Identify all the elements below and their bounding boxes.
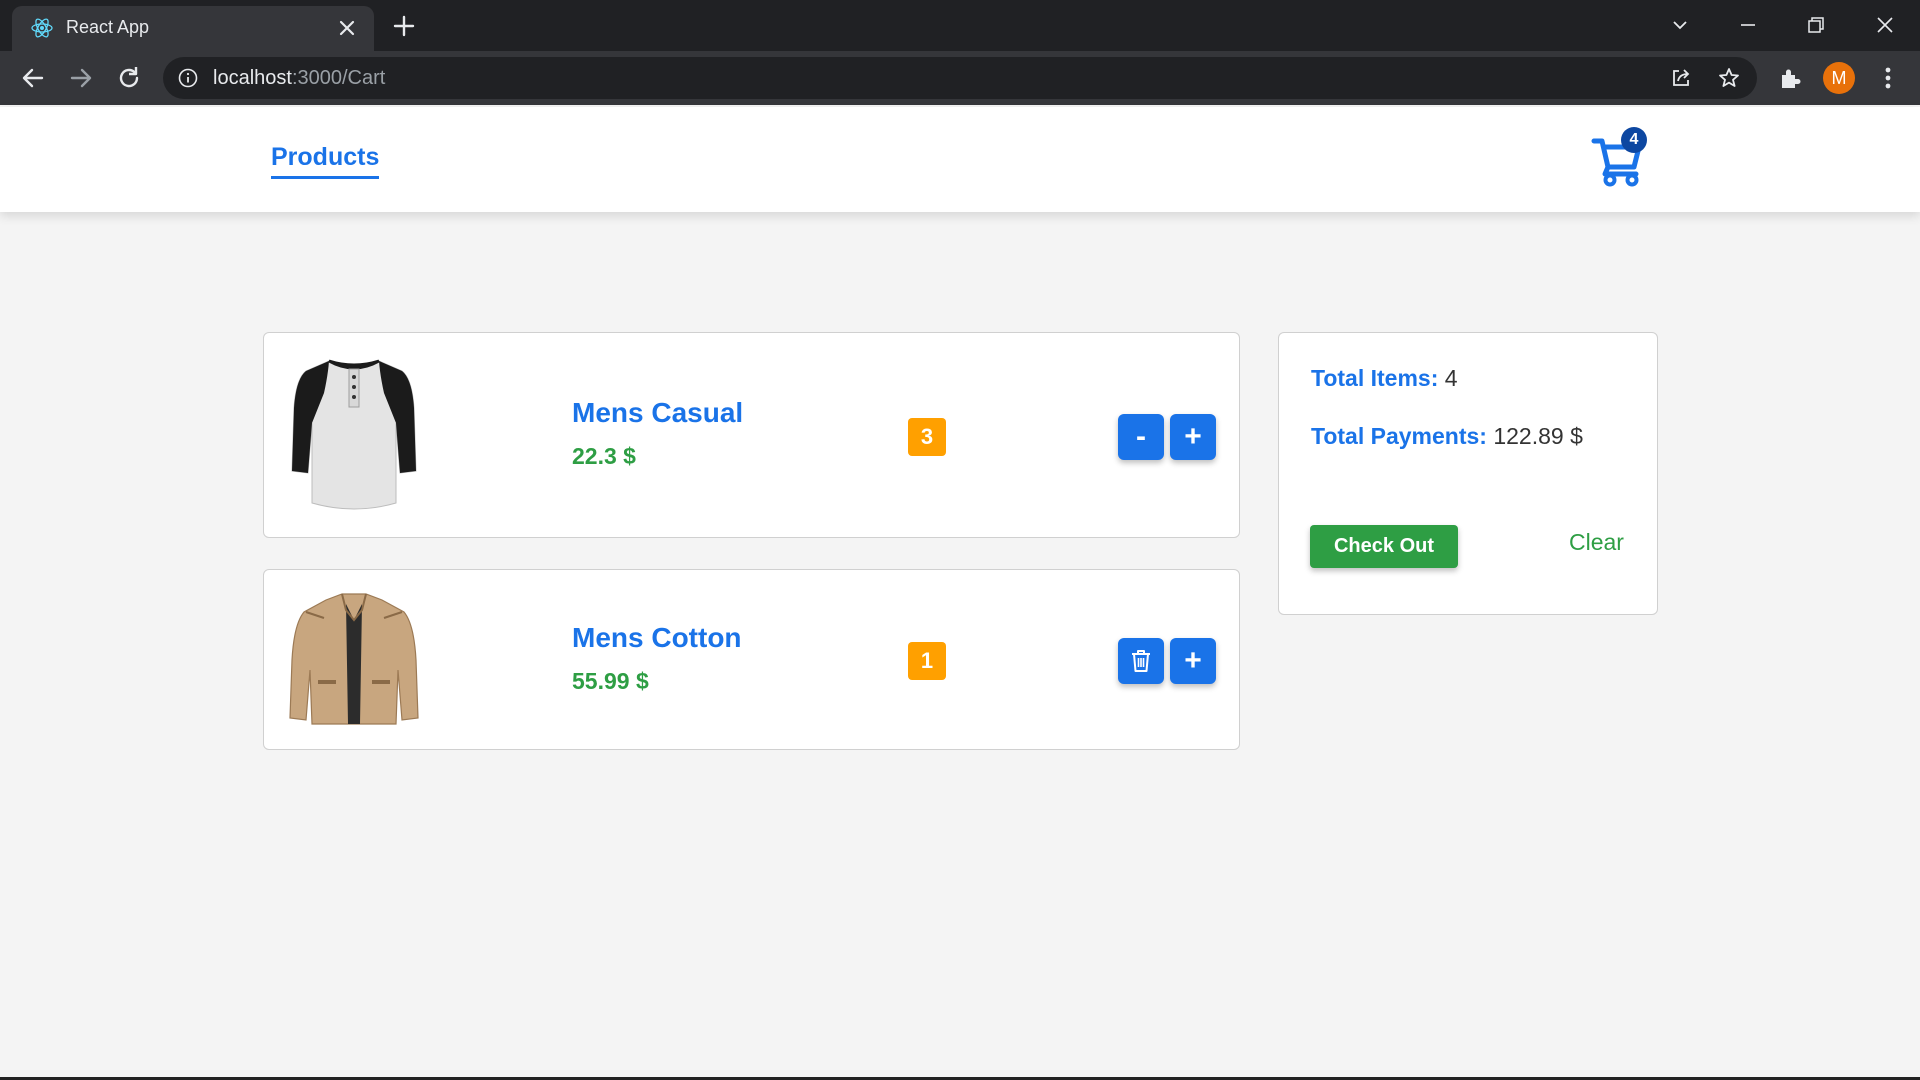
- browser-menu-icon[interactable]: [1876, 63, 1900, 93]
- clear-cart-button[interactable]: Clear: [1569, 529, 1624, 556]
- extensions-puzzle-icon[interactable]: [1777, 66, 1803, 92]
- reload-icon[interactable]: [115, 64, 143, 92]
- react-logo-icon: [31, 18, 53, 38]
- url-text: localhost:3000/Cart: [213, 67, 385, 90]
- quantity-badge: 3: [908, 418, 946, 456]
- new-tab-icon[interactable]: [392, 14, 416, 38]
- total-items-row: Total Items: 4: [1311, 365, 1458, 392]
- page-content: Products 4 Mens Casual 22.3 $ 3 - + Mens…: [0, 107, 1920, 1080]
- site-info-icon[interactable]: [177, 67, 199, 89]
- share-icon[interactable]: [1669, 66, 1693, 90]
- cart-item-card: Mens Cotton 55.99 $ 1 +: [263, 569, 1240, 750]
- product-image-raglan-shirt: [291, 359, 417, 510]
- total-payments-label: Total Payments:: [1311, 423, 1487, 449]
- browser-toolbar: localhost:3000/Cart: [0, 51, 1920, 105]
- cart-count-badge: 4: [1621, 127, 1647, 153]
- total-payments-row: Total Payments: 122.89 $: [1311, 423, 1583, 450]
- total-payments-value: 122.89 $: [1493, 423, 1583, 449]
- close-window-icon[interactable]: [1870, 10, 1900, 40]
- url-host: localhost: [213, 67, 292, 89]
- total-items-value: 4: [1444, 365, 1458, 391]
- url-path: :3000/Cart: [291, 67, 386, 89]
- checkout-button[interactable]: Check Out: [1310, 525, 1458, 568]
- order-summary-card: Total Items: 4 Total Payments: 122.89 $ …: [1278, 332, 1658, 615]
- product-image-cotton-jacket: [289, 593, 419, 725]
- back-arrow-icon[interactable]: [19, 64, 47, 92]
- browser-tab-strip: React App: [0, 0, 1920, 51]
- nav-products-link[interactable]: Products: [271, 143, 380, 179]
- total-items-label: Total Items:: [1311, 365, 1439, 391]
- product-price: 22.3 $: [572, 443, 636, 469]
- close-tab-icon[interactable]: [336, 17, 358, 39]
- address-bar[interactable]: localhost:3000/Cart: [163, 57, 1757, 99]
- product-name[interactable]: Mens Casual: [572, 397, 743, 429]
- cart-button[interactable]: 4: [1590, 127, 1652, 187]
- cart-item-card: Mens Casual 22.3 $ 3 - +: [263, 332, 1240, 538]
- top-navbar: Products 4: [0, 107, 1920, 212]
- product-name[interactable]: Mens Cotton: [572, 622, 742, 654]
- tab-title: React App: [66, 17, 150, 37]
- tab-search-icon[interactable]: [1665, 10, 1695, 40]
- restore-icon[interactable]: [1801, 10, 1831, 40]
- profile-avatar[interactable]: M: [1823, 62, 1855, 94]
- remove-item-button[interactable]: [1118, 638, 1164, 684]
- product-price: 55.99 $: [572, 668, 649, 694]
- bookmark-star-icon[interactable]: [1717, 66, 1741, 90]
- quantity-badge: 1: [908, 642, 946, 680]
- forward-arrow-icon[interactable]: [67, 64, 95, 92]
- trash-icon: [1132, 650, 1150, 672]
- browser-tab[interactable]: React App: [12, 6, 374, 51]
- increment-button[interactable]: +: [1170, 414, 1216, 460]
- minimize-icon[interactable]: [1733, 10, 1763, 40]
- decrement-button[interactable]: -: [1118, 414, 1164, 460]
- increment-button[interactable]: +: [1170, 638, 1216, 684]
